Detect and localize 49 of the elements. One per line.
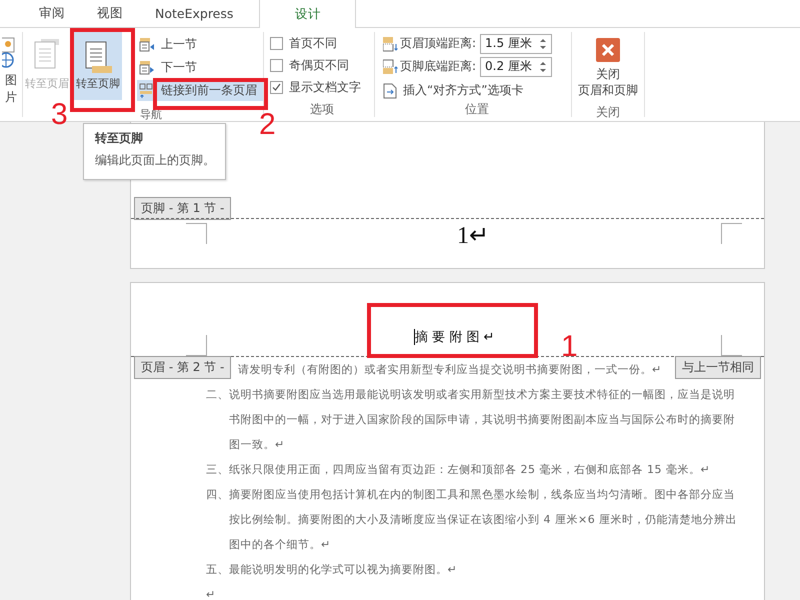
body-paragraph: 二、说明书摘要附图应当选用最能说明该发明或者实用新型技术方案主要技术特征的一幅图，应当是说明书附图中的一幅，对于进入国家阶段的国际申请，其说明书摘要附图副本应当与国际公布时的摘要附图一致。↵	[206, 387, 736, 453]
distance-label: 页脚底端距离:	[400, 58, 476, 75]
body-paragraph: ↵	[206, 587, 217, 600]
option-checkbox[interactable]: 显示文档文字	[270, 76, 374, 98]
body-paragraph: 五、最能说明发明的化学式可以视为摘要附图。↵	[206, 562, 458, 578]
distance-label: 页眉顶端距离:	[400, 35, 476, 52]
body-paragraph: 四、摘要附图应当使用包括计算机在内的制图工具和黑色墨水绘制，线条应当均匀清晰。图中各部分应当按比例绘制。摘要附图的大小及清晰度应当保证在该图缩小到 4 厘米×6 厘米时，仍能清楚地分辨出图中的各个细节。↵	[206, 487, 738, 553]
previous-section-button[interactable]: 上一节	[137, 34, 263, 55]
picture-button[interactable]: 图片	[0, 32, 22, 112]
ribbon-tab[interactable]: 视图	[83, 0, 137, 27]
next-section-button[interactable]: 下一节	[137, 57, 263, 78]
header-text: 摘 要 附 图 ↵	[415, 329, 494, 346]
group-label: 选项	[310, 101, 334, 117]
body-paragraph: 三、纸张只限使用正面，四周应当留有页边距：左侧和顶部各 25 毫米，右侧和底部各 15 毫米。↵	[206, 462, 712, 478]
close-icon	[596, 38, 620, 62]
goto-footer-button[interactable]: 转至页脚	[74, 32, 122, 100]
crop-mark	[721, 223, 742, 244]
ribbon-tab[interactable]: 审阅	[25, 0, 79, 27]
distance-spinner[interactable]: 0.2 厘米	[480, 56, 552, 76]
insert-tab-icon	[383, 82, 397, 98]
tooltip-title: 转至页脚	[95, 130, 144, 147]
next-section-icon	[139, 60, 155, 76]
checkbox[interactable]	[270, 80, 283, 94]
insert-alignment-tab-button[interactable]: 插入“对齐方式”选项卡	[383, 80, 571, 101]
annotation-number: 2	[259, 110, 276, 140]
checkbox[interactable]	[270, 36, 283, 50]
annotation-number: 1	[561, 332, 578, 362]
group-label: 位置	[465, 101, 489, 117]
checkbox[interactable]	[270, 58, 283, 72]
ribbon-tab[interactable]: NoteExpress	[141, 0, 248, 27]
header-distance-icon	[383, 36, 398, 52]
previous-section-icon	[139, 36, 155, 52]
option-checkbox[interactable]: 首页不同	[270, 32, 374, 54]
page-number: 1↵	[457, 222, 489, 250]
footer-distance-icon	[383, 58, 398, 74]
close-header-footer-button[interactable]: 关闭 页眉和页脚	[572, 32, 644, 104]
footer-section-tag: 页脚 - 第 1 节 -	[134, 197, 232, 220]
crop-mark	[186, 223, 207, 244]
same-as-previous-tag: 与上一节相同	[675, 356, 761, 379]
header-section-tag: 页眉 - 第 2 节 -	[134, 356, 232, 379]
tooltip-text: 编辑此页面上的页脚。	[95, 152, 214, 169]
distance-spinner[interactable]: 1.5 厘米	[480, 34, 552, 54]
annotation-number: 3	[51, 100, 68, 130]
ribbon-tab[interactable]: 设计	[259, 0, 356, 28]
link-icon	[139, 82, 153, 98]
option-checkbox[interactable]: 奇偶页不同	[270, 54, 374, 76]
group-label: 导航	[140, 109, 162, 120]
group-label: 关闭	[596, 104, 620, 120]
body-paragraph: 请发明专利（有附图的）或者实用新型专利应当提交说明书摘要附图，一式一份。↵	[238, 362, 662, 378]
